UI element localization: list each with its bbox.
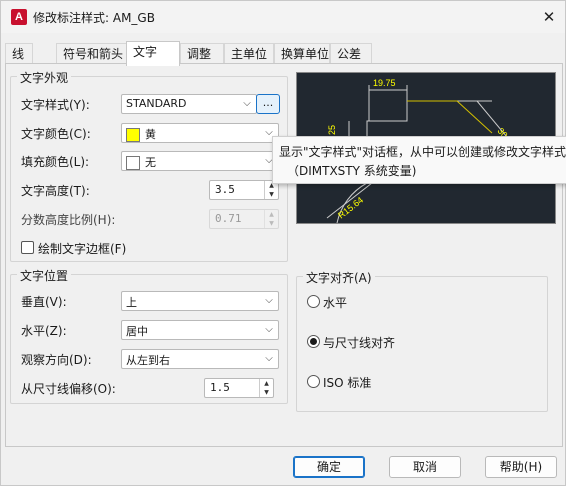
tooltip-line-1: 显示"文字样式"对话框，从中可以创建或修改文字样式 <box>279 145 566 159</box>
text-color-value: 黄 <box>145 128 156 141</box>
text-tab-panel: 文字外观 文字样式(Y): STANDARD ⌵ ... 文字颜色(C): 黄 … <box>5 63 563 447</box>
ok-button[interactable]: 确定 <box>293 456 365 478</box>
vertical-label: 垂直(V): <box>21 295 67 309</box>
tab-fit[interactable]: 调整 <box>180 43 224 65</box>
autocad-app-icon: A <box>11 9 27 25</box>
align-iso-radio[interactable] <box>307 375 320 388</box>
text-height-label: 文字高度(T): <box>21 184 90 198</box>
horizontal-select[interactable]: 居中 ⌵ <box>121 320 279 340</box>
tab-symbols-arrows[interactable]: 符号和箭头 <box>56 43 128 65</box>
fraction-height-label: 分数高度比例(H): <box>21 213 116 227</box>
text-height-spinner[interactable]: 3.5 ▲ ▼ <box>209 180 279 200</box>
text-style-browse-button[interactable]: ... <box>256 94 280 114</box>
text-height-value: 3.5 <box>215 183 235 196</box>
text-style-label: 文字样式(Y): <box>21 98 90 112</box>
offset-label: 从尺寸线偏移(O): <box>21 382 116 396</box>
fill-color-label: 填充颜色(L): <box>21 155 90 169</box>
text-style-select[interactable]: STANDARD ⌵ <box>121 94 257 114</box>
fraction-height-value: 0.71 <box>215 212 242 225</box>
fraction-height-spinner: 0.71 ▲ ▼ <box>209 209 279 229</box>
fill-color-select[interactable]: 无 ⌵ <box>121 151 279 171</box>
window-title: 修改标注样式: AM_GB <box>33 11 155 25</box>
chevron-down-icon: ⌵ <box>243 98 251 109</box>
view-direction-label: 观察方向(D): <box>21 353 92 367</box>
text-appearance-group: 文字外观 文字样式(Y): STANDARD ⌵ ... 文字颜色(C): 黄 … <box>10 69 288 262</box>
align-horizontal-label: 水平 <box>323 296 348 310</box>
spin-up-icon[interactable]: ▲ <box>260 379 273 388</box>
text-color-label: 文字颜色(C): <box>21 127 91 141</box>
fill-color-value: 无 <box>145 156 156 169</box>
spin-down-icon: ▼ <box>269 220 274 227</box>
dialog-window: A 修改标注样式: AM_GB ✕ 线 符号和箭头 文字 调整 主单位 换算单位… <box>0 0 566 486</box>
tab-lines[interactable]: 线 <box>5 43 33 65</box>
tab-tolerances[interactable]: 公差 <box>330 43 372 65</box>
draw-frame-checkbox[interactable] <box>21 241 34 254</box>
vertical-value: 上 <box>126 296 137 309</box>
align-horizontal-radio[interactable] <box>307 295 320 308</box>
yellow-color-swatch <box>126 128 140 142</box>
text-style-value: STANDARD <box>126 97 187 110</box>
white-color-swatch <box>126 156 140 170</box>
title-bar: A 修改标注样式: AM_GB ✕ <box>1 1 565 33</box>
tab-text[interactable]: 文字 <box>126 41 180 66</box>
close-icon: ✕ <box>542 8 556 26</box>
text-placement-title: 文字位置 <box>17 267 72 284</box>
text-appearance-title: 文字外观 <box>17 69 72 86</box>
text-alignment-group: 文字对齐(A) 水平 与尺寸线对齐 ISO 标准 <box>296 269 548 412</box>
offset-spinner[interactable]: 1.5 ▲ ▼ <box>204 378 274 398</box>
preview-dim-top: 19.75 <box>373 78 396 88</box>
text-placement-group: 文字位置 垂直(V): 上 ⌵ 水平(Z): 居中 ⌵ 观察方向(D): 从左到… <box>10 267 288 404</box>
spin-up-icon: ▲ <box>269 211 274 218</box>
tab-primary-units[interactable]: 主单位 <box>224 43 274 65</box>
align-with-dimline-radio[interactable] <box>307 335 320 348</box>
tooltip-line-2: （DIMTXSTY 系统变量) <box>287 164 417 178</box>
horizontal-label: 水平(Z): <box>21 324 67 338</box>
tab-alternate-units[interactable]: 换算单位 <box>274 43 330 65</box>
text-color-select[interactable]: 黄 ⌵ <box>121 123 279 143</box>
chevron-down-icon: ⌵ <box>265 353 273 364</box>
spin-down-icon[interactable]: ▼ <box>265 190 278 199</box>
close-button[interactable]: ✕ <box>537 5 561 29</box>
vertical-select[interactable]: 上 ⌵ <box>121 291 279 311</box>
view-direction-value: 从左到右 <box>126 354 170 367</box>
draw-frame-label: 绘制文字边框(F) <box>38 242 127 256</box>
align-iso-label: ISO 标准 <box>323 376 372 390</box>
align-with-dimline-label: 与尺寸线对齐 <box>323 336 396 350</box>
horizontal-value: 居中 <box>126 325 148 338</box>
offset-value: 1.5 <box>210 381 230 394</box>
chevron-down-icon: ⌵ <box>265 295 273 306</box>
cancel-button[interactable]: 取消 <box>389 456 461 478</box>
spin-down-icon[interactable]: ▼ <box>260 388 273 397</box>
tooltip: 显示"文字样式"对话框，从中可以创建或修改文字样式 （DIMTXSTY 系统变量… <box>272 136 566 184</box>
chevron-down-icon: ⌵ <box>265 324 273 335</box>
preview-dim-left: 25 <box>327 125 337 135</box>
help-button[interactable]: 帮助(H) <box>485 456 557 478</box>
view-direction-select[interactable]: 从左到右 ⌵ <box>121 349 279 369</box>
text-alignment-title: 文字对齐(A) <box>303 269 375 286</box>
